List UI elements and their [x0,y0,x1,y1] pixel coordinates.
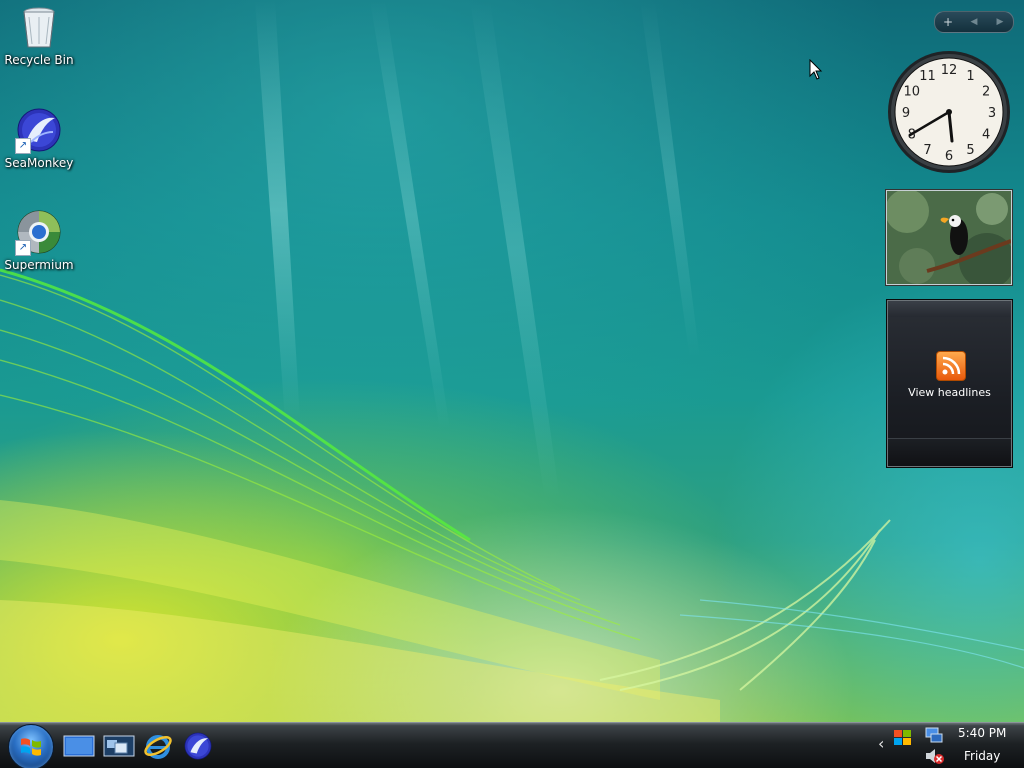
gadget-header [888,301,1011,317]
windows-logo-icon [21,738,41,756]
desktop-icon-label: Supermium [4,258,74,272]
view-headlines-link[interactable]: View headlines [888,386,1011,399]
show-desktop-icon [63,735,95,757]
show-desktop-button[interactable] [63,731,95,761]
desktop-icon-label: SeaMonkey [4,156,74,170]
clock-numeral: 2 [982,85,990,100]
feed-headlines-gadget[interactable]: View headlines [887,300,1012,467]
seamonkey-icon: ↗ [15,106,63,154]
clock-gadget[interactable]: 121234567891011 [886,49,1012,175]
shortcut-arrow-icon: ↗ [15,138,31,154]
clock-numeral: 1 [966,69,974,84]
sidebar-gadget-toolbar: + ◀ ▶ [934,11,1014,33]
network-icon[interactable] [925,727,943,749]
switch-windows-icon [103,735,135,757]
seamonkey-launch-button[interactable] [182,731,214,761]
mouse-pointer-icon [809,58,823,85]
supermium-icon: ↗ [15,208,63,256]
slideshow-gadget[interactable] [886,190,1012,285]
recycle-bin-icon [15,3,63,51]
desktop-wallpaper [0,0,1024,722]
start-button[interactable] [8,724,54,768]
next-page-button[interactable]: ▶ [990,17,1010,27]
clock-numeral: 12 [941,63,958,78]
previous-page-button[interactable]: ◀ [964,17,984,27]
switch-windows-button[interactable] [103,731,135,761]
desktop-icon-label: Recycle Bin [4,53,74,67]
desktop-icon-recycle-bin[interactable]: Recycle Bin [1,3,77,67]
clock-numeral: 11 [919,69,936,84]
seamonkey-icon [184,732,212,760]
analog-clock: 121234567891011 [888,51,1010,173]
rss-icon [936,351,966,381]
internet-explorer-button[interactable] [142,731,174,761]
internet-explorer-icon [144,735,172,759]
clock-numeral: 6 [945,149,953,164]
add-gadget-button[interactable]: + [938,15,958,29]
show-hidden-icons-button[interactable]: ‹ [878,734,884,753]
clock-numeral: 10 [904,85,921,100]
shortcut-arrow-icon: ↗ [15,240,31,256]
clock-numeral: 9 [902,106,910,121]
taskbar-clock-day[interactable]: Friday [964,749,1000,763]
gadget-footer [888,438,1011,466]
toucan-photo [887,191,1011,284]
volume-muted-icon[interactable] [925,747,945,768]
clock-numeral: 4 [982,128,990,143]
desktop-icon-seamonkey[interactable]: ↗ SeaMonkey [1,106,77,170]
clock-numeral: 7 [923,143,931,158]
windows-update-icon[interactable] [893,727,913,751]
clock-numeral: 5 [966,143,974,158]
taskbar-clock-time[interactable]: 5:40 PM [958,726,1006,740]
desktop-icon-supermium[interactable]: ↗ Supermium [1,208,77,272]
clock-numeral: 3 [988,106,996,121]
